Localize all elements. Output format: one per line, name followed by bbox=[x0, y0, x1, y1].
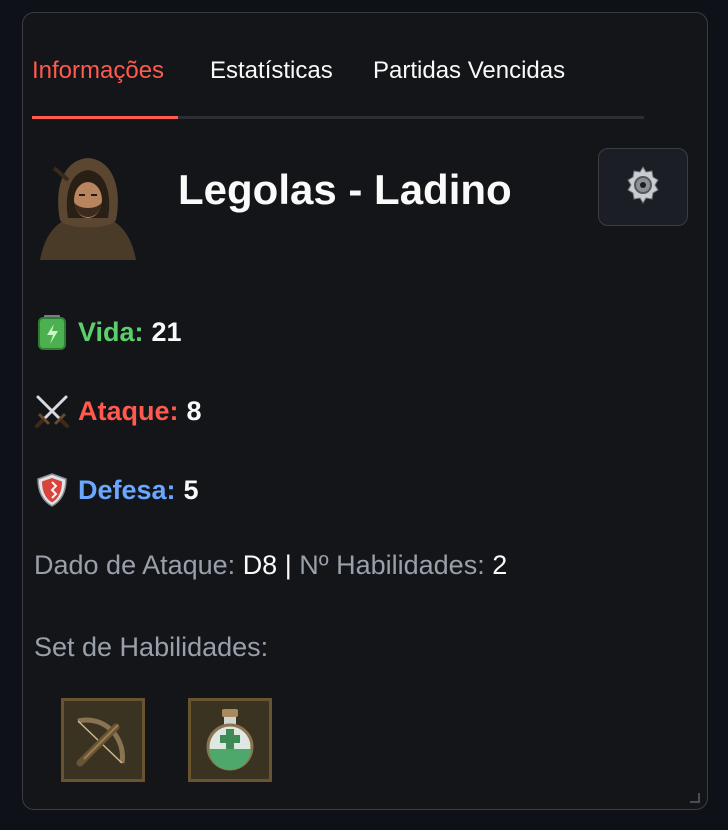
tab-partidas-vencidas-label: Partidas Vencidas bbox=[373, 57, 566, 84]
shield-icon bbox=[34, 472, 70, 508]
battery-icon bbox=[34, 314, 70, 350]
habilidades-label: Nº Habilidades: bbox=[299, 550, 485, 580]
skills-heading: Set de Habilidades: bbox=[34, 632, 269, 662]
attack-details: Dado de Ataque: D8 | Nº Habilidades: 2 bbox=[34, 550, 507, 581]
tab-informacoes-label: Informações bbox=[32, 57, 165, 84]
vida-value: 21 bbox=[151, 316, 182, 347]
healing-potion-icon bbox=[191, 701, 269, 783]
defesa-label: Defesa: bbox=[78, 474, 176, 505]
vida-label: Vida: bbox=[78, 316, 144, 347]
tab-bar: Informações Estatísticas Partidas Vencid… bbox=[32, 56, 644, 119]
skill-healing-potion[interactable] bbox=[188, 698, 272, 782]
ataque-value: 8 bbox=[186, 395, 202, 426]
crossed-swords-icon bbox=[34, 393, 70, 429]
tab-informacoes[interactable]: Informações bbox=[32, 56, 164, 116]
details-separator: | bbox=[284, 550, 292, 580]
defesa-value: 5 bbox=[183, 474, 199, 505]
active-tab-indicator bbox=[32, 116, 178, 119]
resize-handle bbox=[690, 793, 700, 803]
tab-estatisticas-label: Estatísticas bbox=[210, 57, 333, 84]
hero-name: Legolas - Ladino bbox=[178, 166, 512, 213]
crossbow-icon bbox=[64, 701, 142, 783]
dado-value: D8 bbox=[242, 550, 278, 580]
tab-estatisticas[interactable]: Estatísticas bbox=[210, 56, 333, 116]
tab-partidas-vencidas[interactable]: Partidas Vencidas bbox=[373, 56, 565, 116]
stat-defesa: Defesa: 5 bbox=[34, 472, 199, 508]
settings-button[interactable] bbox=[598, 148, 688, 226]
habilidades-value: 2 bbox=[492, 550, 508, 580]
dado-label: Dado de Ataque: bbox=[34, 550, 236, 580]
ataque-label: Ataque: bbox=[78, 395, 179, 426]
gear-icon bbox=[621, 163, 665, 212]
hero-avatar bbox=[32, 150, 144, 262]
skill-crossbow[interactable] bbox=[61, 698, 145, 782]
stat-vida: Vida: 21 bbox=[34, 314, 182, 350]
stat-ataque: Ataque: 8 bbox=[34, 393, 202, 429]
